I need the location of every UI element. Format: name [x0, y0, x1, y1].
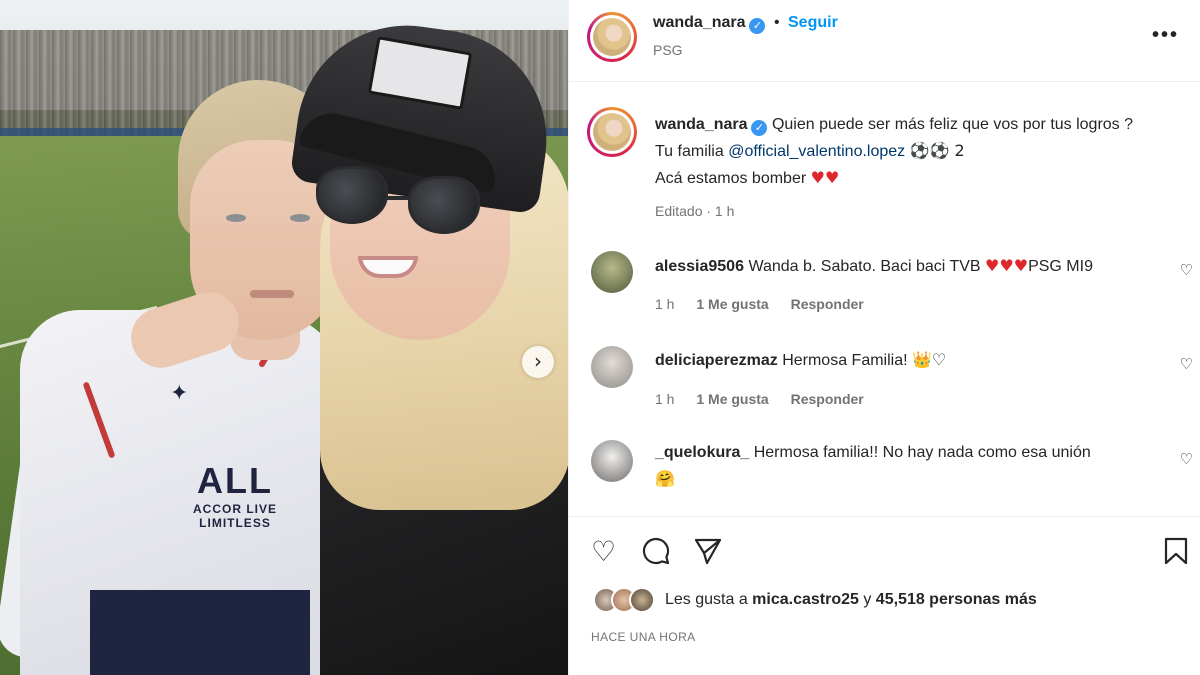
crown-emoji: 👑♡: [912, 350, 947, 369]
sunglasses-bridge: [386, 196, 410, 200]
comment-text: Wanda b. Sabato. Baci baci TVB: [748, 258, 981, 275]
commenter-avatar[interactable]: [591, 346, 633, 388]
post-photo[interactable]: ✦ ALL ACCOR LIVE LIMITLESS ›: [0, 0, 568, 675]
likes-text: Les gusta a mica.castro25 y 45,518 perso…: [665, 591, 1037, 609]
boy-mouth: [250, 290, 294, 298]
action-bar: ♡: [569, 530, 1200, 574]
liker-avatar[interactable]: [629, 587, 655, 613]
caption-username[interactable]: wanda_nara: [655, 116, 747, 133]
commenter-avatar[interactable]: [591, 251, 633, 293]
avatar[interactable]: [587, 12, 637, 62]
comment-meta: 1 h 1 Me gusta Responder: [655, 391, 882, 407]
likes-middle: y: [858, 591, 876, 608]
caption-text: Acá estamos bomber: [655, 170, 807, 187]
more-options-icon[interactable]: •••: [1152, 24, 1179, 47]
caption-text: Quien puede ser más feliz que vos por tu…: [771, 116, 1134, 133]
post-location[interactable]: PSG: [653, 42, 683, 58]
post-panel: wanda_nara ✓ • Seguir PSG ••• wanda_nara ✓…: [568, 0, 1200, 675]
comment-meta: 1 h 1 Me gusta Responder: [655, 296, 882, 312]
comments-section: wanda_nara ✓ Quien puede ser más feliz qu…: [569, 83, 1200, 517]
boy-eye: [290, 214, 310, 222]
comment: _quelokura_ Hermosa familia!! No hay nad…: [655, 440, 1175, 493]
hugging-emoji: 🤗: [655, 469, 675, 488]
boy-shorts: [90, 590, 310, 675]
shirt-sponsor: ALL ACCOR LIVE LIMITLESS: [192, 460, 277, 530]
comment-text: PSG MI9: [1028, 258, 1093, 275]
likes-count[interactable]: 45,518 personas más: [876, 591, 1037, 608]
verified-badge-icon: ✓: [751, 120, 768, 136]
follow-button[interactable]: Seguir: [788, 14, 838, 31]
caption-emoji: ⚽⚽ 2: [909, 141, 965, 160]
reply-button[interactable]: Responder: [791, 391, 864, 407]
share-send-icon[interactable]: [693, 536, 723, 573]
like-comment-heart-icon[interactable]: ♡: [1180, 261, 1193, 279]
comment-likes[interactable]: 1 Me gusta: [696, 391, 768, 407]
commenter-avatar[interactable]: [591, 440, 633, 482]
jumpman-logo: ✦: [170, 380, 189, 405]
liker-username[interactable]: mica.castro25: [752, 591, 859, 608]
like-comment-heart-icon[interactable]: ♡: [1180, 450, 1193, 468]
boy-eye: [226, 214, 246, 222]
comment-text: Hermosa familia!! No hay nada como esa u…: [753, 444, 1091, 461]
caption: wanda_nara ✓ Quien puede ser más feliz qu…: [655, 112, 1175, 192]
caption-avatar[interactable]: [587, 107, 637, 157]
comment: deliciaperezmaz Hermosa Familia! 👑♡: [655, 347, 1175, 374]
comment-username[interactable]: alessia9506: [655, 258, 744, 275]
comment-likes[interactable]: 1 Me gusta: [696, 296, 768, 312]
chevron-right-icon: ›: [534, 349, 542, 373]
comment-text: Hermosa Familia!: [782, 352, 908, 369]
sunglasses-lens: [408, 176, 480, 234]
comment-username[interactable]: _quelokura_: [655, 444, 749, 461]
comment-time: 1 h: [655, 296, 675, 312]
comment: alessia9506 Wanda b. Sabato. Baci baci T…: [655, 253, 1175, 280]
like-heart-icon[interactable]: ♡: [591, 536, 616, 568]
header-username[interactable]: wanda_nara: [653, 14, 745, 31]
caption-text: Tu familia: [655, 143, 724, 160]
verified-badge-icon: ✓: [749, 18, 766, 34]
reply-button[interactable]: Responder: [791, 296, 864, 312]
carousel-next-button[interactable]: ›: [522, 346, 554, 378]
comment-time: 1 h: [655, 391, 675, 407]
post-timestamp: HACE UNA HORA: [591, 630, 696, 644]
heart-emoji: ♥♥: [810, 168, 840, 187]
like-comment-heart-icon[interactable]: ♡: [1180, 355, 1193, 373]
heart-emoji: ♥♥♥: [985, 256, 1029, 275]
comment-username[interactable]: deliciaperezmaz: [655, 352, 778, 369]
comment-bubble-icon[interactable]: [641, 536, 671, 573]
sunglasses-lens: [316, 166, 388, 224]
post-header: wanda_nara ✓ • Seguir PSG •••: [569, 0, 1200, 82]
caption-mention[interactable]: @official_valentino.lopez: [728, 143, 905, 160]
bookmark-icon[interactable]: [1163, 536, 1189, 573]
caption-meta: Editado · 1 h: [655, 203, 735, 219]
likes-prefix: Les gusta a: [665, 591, 753, 608]
